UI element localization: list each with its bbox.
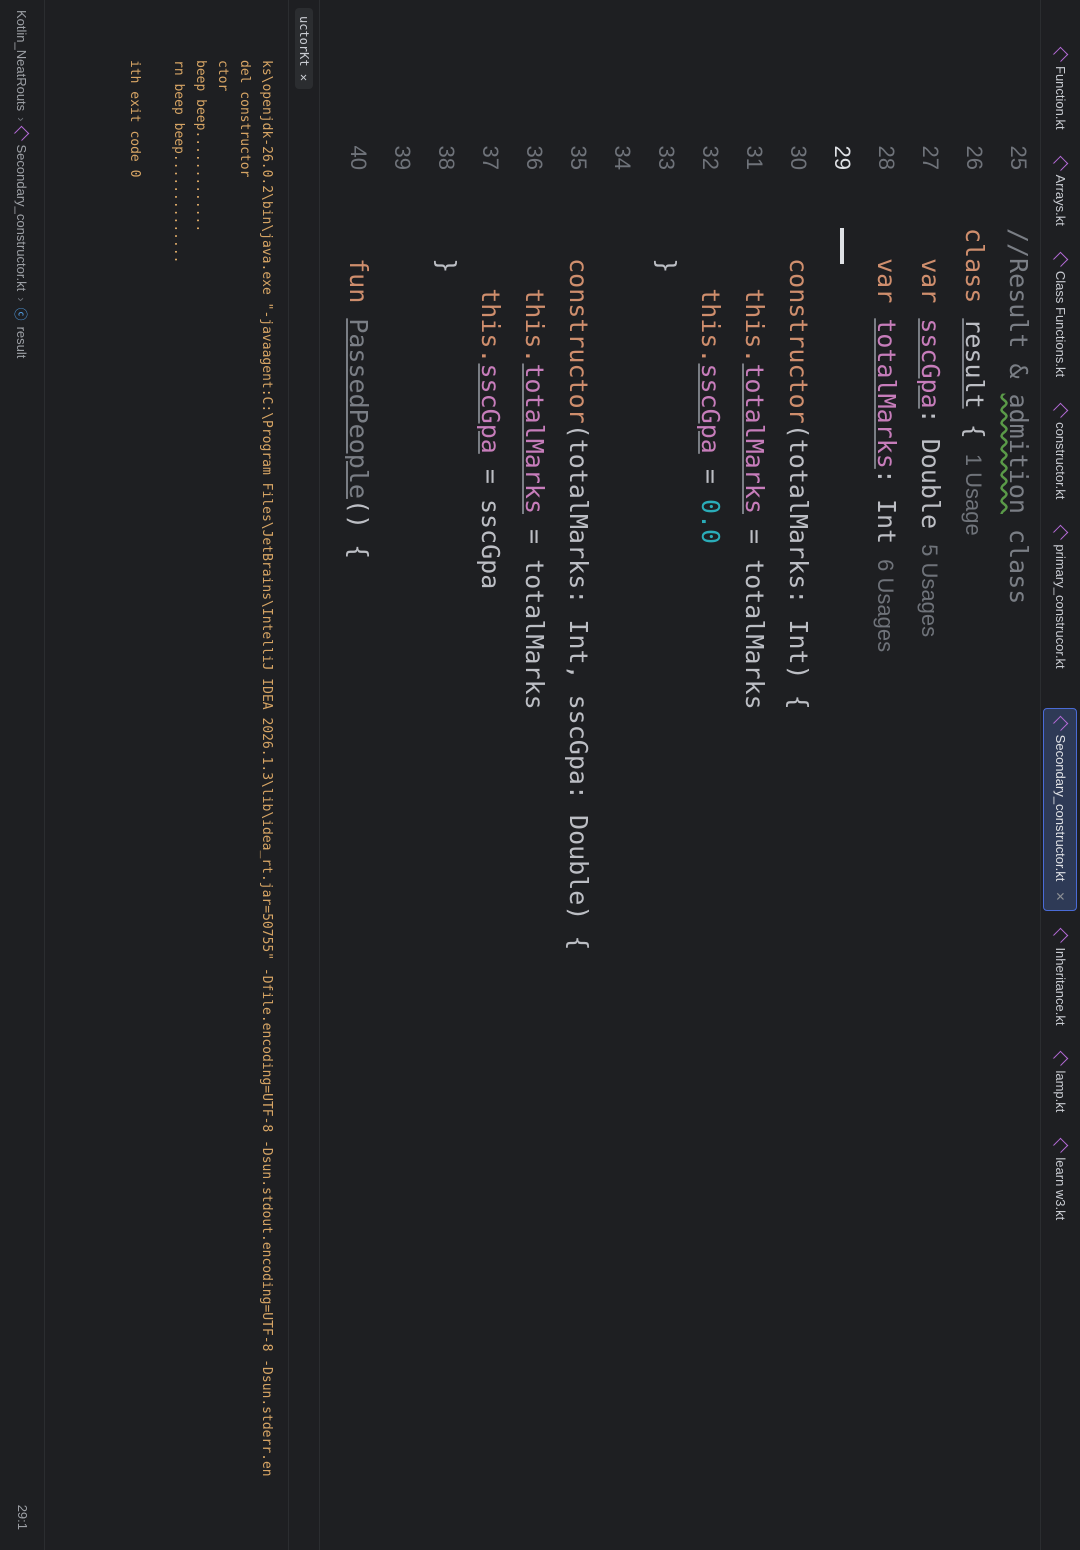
chevron-right-icon: ›	[14, 297, 30, 302]
line-number: 36	[522, 145, 547, 170]
kotlin-file-icon	[1052, 155, 1069, 171]
code-line: this.sscGpa = 0.0	[696, 288, 725, 545]
kotlin-file-icon	[1052, 46, 1069, 63]
console-line: ith exit code 0	[127, 60, 142, 178]
caret-position[interactable]: 29:1	[15, 1505, 30, 1530]
line-number: 40	[346, 145, 371, 170]
tab-class-functions[interactable]: Class Functions.kt	[1044, 245, 1078, 386]
line-number: 27	[918, 145, 943, 170]
kotlin-file-icon	[1052, 928, 1069, 944]
line-number: 32	[698, 145, 723, 170]
line-number: 26	[962, 145, 987, 170]
chevron-right-icon: ›	[14, 117, 30, 122]
code-line: var sscGpa: Double 5 Usages	[916, 258, 945, 638]
kotlin-file-icon	[1052, 715, 1069, 731]
ide-window: Function.kt Arrays.kt Class Functions.kt…	[0, 0, 1080, 1550]
tab-constructor[interactable]: constructor.kt	[1044, 396, 1078, 508]
console-line: rn beep beep..............	[171, 60, 186, 264]
kotlin-file-icon	[14, 125, 30, 141]
line-number: 30	[786, 145, 811, 170]
tab-primary-construcor[interactable]: primary_construcor.kt	[1044, 518, 1078, 677]
console-line: ks\openjdk-26.0.2\bin\java.exe "-javaage…	[259, 60, 274, 1477]
code-line: //Result & admition class	[1004, 228, 1033, 605]
kotlin-file-icon	[1052, 251, 1069, 268]
breadcrumb-project[interactable]: Kotlin_NeatRouts	[15, 10, 30, 111]
run-console: uctorKt ✕ ks\openjdk-26.0.2\bin\java.exe…	[44, 0, 320, 1550]
kotlin-file-icon	[1052, 1051, 1069, 1067]
tab-arrays[interactable]: Arrays.kt	[1044, 149, 1078, 235]
kotlin-file-icon	[1052, 1138, 1069, 1154]
close-icon[interactable]: ✕	[297, 74, 311, 81]
tab-lamp[interactable]: lamp.kt	[1044, 1044, 1078, 1121]
tab-inheritance[interactable]: Inheritance.kt	[1044, 921, 1078, 1034]
console-header: uctorKt ✕	[288, 0, 319, 1550]
line-number-current: 29	[830, 145, 855, 170]
line-number: 34	[610, 145, 635, 170]
class-icon: ⓒ	[13, 307, 29, 321]
breadcrumb-class[interactable]: result	[15, 327, 30, 359]
code-line: }	[432, 258, 461, 274]
code-line: constructor(totalMarks: Int, sscGpa: Dou…	[564, 258, 593, 951]
breadcrumb: Kotlin_NeatRouts › Secondary_constructor…	[0, 0, 45, 1550]
console-line: ctor	[215, 60, 230, 92]
tab-secondary-constructor[interactable]: Secondary_constructor.kt ✕	[1043, 707, 1078, 912]
code-line: this.totalMarks = totalMarks	[740, 288, 769, 710]
code-line: var totalMarks: Int 6 Usages	[872, 258, 901, 653]
line-number: 37	[478, 145, 503, 170]
line-number-gutter: 25 26 27 28 29 30 31 32 33 34 35 36 37 3…	[320, 110, 1040, 225]
code-line: constructor(totalMarks: Int) {	[784, 258, 813, 710]
code-line: }	[652, 258, 681, 274]
line-number: 25	[1006, 145, 1031, 170]
line-number: 39	[390, 145, 415, 170]
run-tab[interactable]: uctorKt ✕	[295, 8, 313, 90]
code-area[interactable]: //Result & admition class class result {…	[320, 228, 1040, 1528]
usage-hint[interactable]: 6 Usages	[873, 559, 898, 652]
line-number: 38	[434, 145, 459, 170]
code-line: fun PassedPeople() {	[344, 258, 373, 560]
line-number: 31	[742, 145, 767, 170]
tab-learn-w3[interactable]: learn w3.kt	[1044, 1131, 1078, 1229]
code-line: class result { 1 Usage	[960, 228, 989, 536]
usage-hint[interactable]: 1 Usage	[961, 454, 986, 536]
tab-function[interactable]: Function.kt	[1044, 40, 1078, 139]
usage-hint[interactable]: 5 Usages	[917, 544, 942, 637]
breadcrumb-file[interactable]: Secondary_constructor.kt	[15, 145, 30, 292]
line-number: 33	[654, 145, 679, 170]
line-number: 28	[874, 145, 899, 170]
text-cursor	[840, 228, 844, 264]
code-line: this.sscGpa = sscGpa	[476, 288, 505, 590]
kotlin-file-icon	[1052, 525, 1069, 541]
close-icon[interactable]: ✕	[1054, 891, 1068, 901]
kotlin-file-icon	[1052, 402, 1069, 419]
console-line: beep beep.............	[193, 60, 208, 233]
console-line: del constructor	[237, 60, 252, 178]
code-line: this.totalMarks = totalMarks	[520, 288, 549, 710]
editor-tab-bar: Function.kt Arrays.kt Class Functions.kt…	[1040, 0, 1080, 1550]
line-number: 35	[566, 145, 591, 170]
code-editor[interactable]: 25 26 27 28 29 30 31 32 33 34 35 36 37 3…	[320, 110, 1040, 1550]
